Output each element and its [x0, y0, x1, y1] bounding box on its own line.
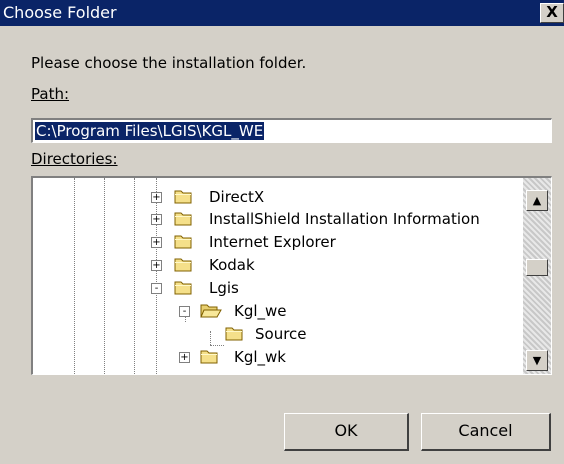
tree-item-label: Lgis	[209, 279, 239, 297]
folder-closed-icon	[174, 190, 192, 204]
tree-item-kgl-wk[interactable]: + Kgl_wk	[33, 346, 513, 369]
tree-item-label: Internet Explorer	[209, 233, 336, 251]
choose-folder-dialog: Choose Folder X Please choose the instal…	[0, 0, 564, 464]
title-bar: Choose Folder X	[0, 0, 564, 26]
tree-item-lgis[interactable]: - Lgis	[33, 277, 513, 300]
folder-closed-icon	[200, 350, 218, 364]
tree-item-label: DirectX	[209, 188, 265, 206]
close-button[interactable]: X	[540, 3, 564, 23]
path-input-value: C:\Program Files\LGIS\KGL_WE	[35, 122, 265, 140]
tree-item-directx[interactable]: + DirectX	[33, 186, 513, 209]
path-label-text: Path:	[31, 85, 70, 103]
folder-closed-icon	[174, 235, 192, 249]
cancel-button[interactable]: Cancel	[421, 413, 551, 451]
tree-item-label: Kgl_we	[234, 302, 287, 320]
tree-item-installshield[interactable]: + InstallShield Installation Information	[33, 208, 513, 231]
tree-item-kodak[interactable]: + Kodak	[33, 254, 513, 277]
folder-closed-icon	[225, 327, 243, 341]
prompt-text: Please choose the installation folder.	[31, 54, 307, 72]
scroll-down-button[interactable]: ▼	[526, 350, 548, 371]
tree-item-kgl-we[interactable]: - Kgl_we	[33, 300, 513, 323]
tree-item-label: Source	[255, 325, 307, 343]
tree-item-label: InstallShield Installation Information	[209, 210, 480, 228]
folder-closed-icon	[174, 258, 192, 272]
scroll-thumb[interactable]	[526, 259, 548, 276]
collapse-toggle[interactable]: -	[179, 306, 190, 317]
expand-toggle[interactable]: +	[151, 214, 162, 225]
ok-button[interactable]: OK	[284, 413, 409, 451]
window-title: Choose Folder	[3, 3, 117, 22]
expand-toggle[interactable]: +	[151, 260, 162, 271]
folder-open-icon	[200, 304, 222, 318]
expand-toggle[interactable]: +	[151, 192, 162, 203]
tree-item-internet-explorer[interactable]: + Internet Explorer	[33, 231, 513, 254]
scroll-up-button[interactable]: ▲	[526, 190, 548, 211]
expand-toggle[interactable]: +	[179, 352, 190, 363]
collapse-toggle[interactable]: -	[151, 283, 162, 294]
folder-closed-icon	[174, 212, 192, 226]
folder-closed-icon	[174, 281, 192, 295]
vertical-scrollbar[interactable]: ▲ ▼	[523, 178, 551, 374]
directories-label-text: Directories:	[31, 150, 118, 168]
expand-toggle[interactable]: +	[151, 237, 162, 248]
tree-item-source[interactable]: Source	[33, 323, 513, 346]
tree-item-label: Kodak	[209, 256, 255, 274]
directory-tree[interactable]: + DirectX + InstallShield Installation I…	[31, 176, 552, 375]
tree-item-label: Kgl_wk	[234, 348, 286, 366]
path-input[interactable]: C:\Program Files\LGIS\KGL_WE	[31, 118, 552, 143]
directories-label: Directories:	[31, 149, 118, 169]
path-label: Path:	[31, 84, 69, 104]
